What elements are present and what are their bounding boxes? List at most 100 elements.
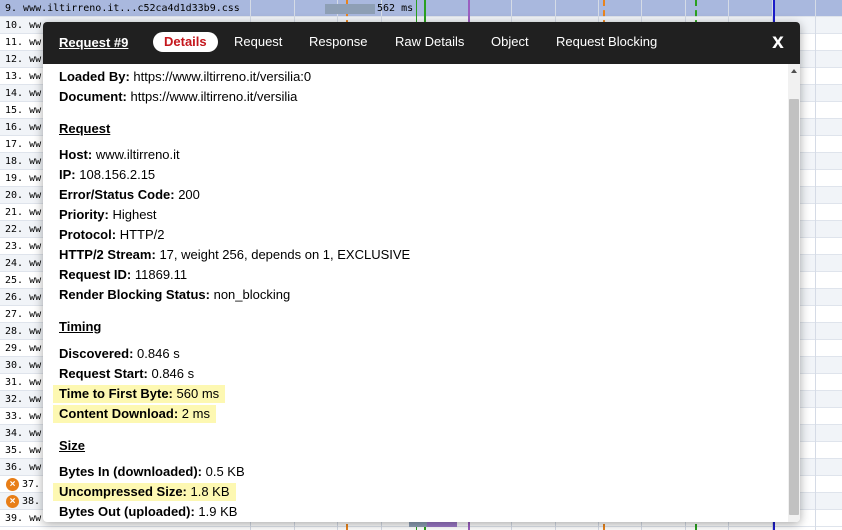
x-circle-icon: × (6, 478, 19, 491)
waterfall-row-label: 20. ww (5, 190, 42, 201)
x-circle-icon: × (6, 495, 19, 508)
selected-request-bar (325, 4, 375, 14)
field-label: Render Blocking Status: (59, 287, 210, 302)
scroll-up-arrow-icon[interactable] (791, 69, 797, 73)
dialog-scrollbar[interactable] (788, 64, 800, 522)
dialog-body[interactable]: Loaded By: https://www.iltirreno.it/vers… (43, 64, 788, 522)
tab-details[interactable]: Details (153, 32, 218, 52)
tab-response[interactable]: Response (298, 32, 379, 52)
tab-object[interactable]: Object (480, 32, 540, 52)
field-label: Uncompressed Size: (59, 484, 187, 499)
status-code-field: Error/Status Code: 200 (59, 186, 200, 204)
waterfall-row-label: 12. ww (5, 54, 42, 65)
field-label: Document: (59, 89, 127, 104)
field-label: Time to First Byte: (59, 386, 173, 401)
field-value: 0.846 s (137, 346, 180, 361)
host-field: Host: www.iltirreno.it (59, 146, 180, 164)
tab-request[interactable]: Request (223, 32, 293, 52)
waterfall-row-label: 31. ww (5, 377, 42, 388)
close-icon: x (772, 30, 784, 53)
waterfall-row-label: 10. ww (5, 20, 42, 31)
document-field: Document: https://www.iltirreno.it/versi… (59, 88, 297, 106)
waterfall-row[interactable]: 9. www.iltirreno.it...c52ca4d1d33b9.css (0, 0, 842, 17)
field-value: 560 ms (176, 386, 220, 401)
field-label: Request Start: (59, 366, 148, 381)
field-label: IP: (59, 167, 76, 182)
waterfall-row-label: 21. ww (5, 207, 42, 218)
field-value: 17, weight 256, depends on 1, EXCLUSIVE (159, 247, 411, 262)
waterfall-row-label: 15. ww (5, 105, 42, 116)
discovered-field: Discovered: 0.846 s (59, 345, 180, 363)
field-label: HTTP/2 Stream: (59, 247, 156, 262)
field-value: https://www.iltirreno.it/versilia:0 (133, 69, 312, 84)
waterfall-row-label: 35. ww (5, 445, 42, 456)
waterfall-row-label: 29. ww (5, 343, 42, 354)
tab-request-blocking[interactable]: Request Blocking (545, 32, 668, 52)
field-label: Bytes Out (uploaded): (59, 504, 195, 519)
waterfall-row-label: 18. ww (5, 156, 42, 167)
waterfall-row-label: 19. ww (5, 173, 42, 184)
selected-request-duration: 562 ms (377, 3, 414, 14)
waterfall-row-label: 16. ww (5, 122, 42, 133)
waterfall-row-label: 14. ww (5, 88, 42, 99)
timing-section-heading: Timing (59, 319, 102, 334)
request-id-field: Request ID: 11869.11 (59, 266, 187, 284)
http2-stream-field: HTTP/2 Stream: 17, weight 256, depends o… (59, 246, 410, 264)
waterfall-row-label: 33. ww (5, 411, 42, 422)
tab-raw-details[interactable]: Raw Details (384, 32, 475, 52)
waterfall-row-label: 25. ww (5, 275, 42, 286)
ip-field: IP: 108.156.2.15 (59, 166, 155, 184)
waterfall-row-label: 9. www.iltirreno.it...c52ca4d1d33b9.css (5, 3, 240, 14)
request-start-field: Request Start: 0.846 s (59, 365, 194, 383)
request-section-heading: Request (59, 121, 111, 136)
waterfall-row-label: 39. ww (5, 513, 42, 524)
waterfall-row-label: 28. ww (5, 326, 42, 337)
field-value: 1.9 KB (198, 504, 238, 519)
loaded-by-field: Loaded By: https://www.iltirreno.it/vers… (59, 68, 311, 86)
field-label: Request ID: (59, 267, 132, 282)
field-value: 0.846 s (151, 366, 195, 381)
field-label: Loaded By: (59, 69, 130, 84)
field-value: Highest (112, 207, 157, 222)
waterfall-row-label: 17. ww (5, 139, 42, 150)
close-button[interactable]: x (769, 30, 787, 54)
field-value: 0.5 KB (205, 464, 245, 479)
waterfall-row-label: 27. ww (5, 309, 42, 320)
field-value: 2 ms (181, 406, 210, 421)
bytes-in-field: Bytes In (downloaded): 0.5 KB (59, 463, 245, 481)
bytes-out-field: Bytes Out (uploaded): 1.9 KB (59, 503, 237, 521)
size-section-heading: Size (59, 438, 86, 453)
field-label: Discovered: (59, 346, 134, 361)
field-label: Content Download: (59, 406, 179, 421)
field-label: Protocol: (59, 227, 117, 242)
field-value: non_blocking (213, 287, 291, 302)
waterfall-row-label: 30. ww (5, 360, 42, 371)
waterfall-row-label: 22. ww (5, 224, 42, 235)
field-value: 108.156.2.15 (79, 167, 156, 182)
render-blocking-field: Render Blocking Status: non_blocking (59, 286, 290, 304)
field-label: Host: (59, 147, 93, 162)
field-label: Error/Status Code: (59, 187, 175, 202)
field-label: Priority: (59, 207, 109, 222)
field-value: HTTP/2 (119, 227, 165, 242)
uncompressed-size-field: Uncompressed Size: 1.8 KB (53, 483, 236, 501)
field-value: 200 (178, 187, 200, 202)
waterfall-row-label: 32. ww (5, 394, 42, 405)
waterfall-row-label: 13. ww (5, 71, 42, 82)
field-value: 11869.11 (134, 267, 188, 282)
request-details-dialog: Request #9 Details Request Response Raw … (43, 22, 800, 522)
waterfall-row-label: 11. ww (5, 37, 42, 48)
dialog-title[interactable]: Request #9 (59, 35, 128, 50)
waterfall-row-label: 23. ww (5, 241, 42, 252)
waterfall-row-label: 34. ww (5, 428, 42, 439)
waterfall-row-label: 36. ww (5, 462, 42, 473)
scrollbar-thumb[interactable] (789, 99, 799, 515)
priority-field: Priority: Highest (59, 206, 157, 224)
protocol-field: Protocol: HTTP/2 (59, 226, 164, 244)
dialog-header: Request #9 Details Request Response Raw … (43, 22, 800, 64)
field-value: www.iltirreno.it (95, 147, 180, 162)
waterfall-row-label: 24. ww (5, 258, 42, 269)
field-value: 1.8 KB (190, 484, 230, 499)
waterfall-row-label: 26. ww (5, 292, 42, 303)
gridline (815, 0, 816, 530)
